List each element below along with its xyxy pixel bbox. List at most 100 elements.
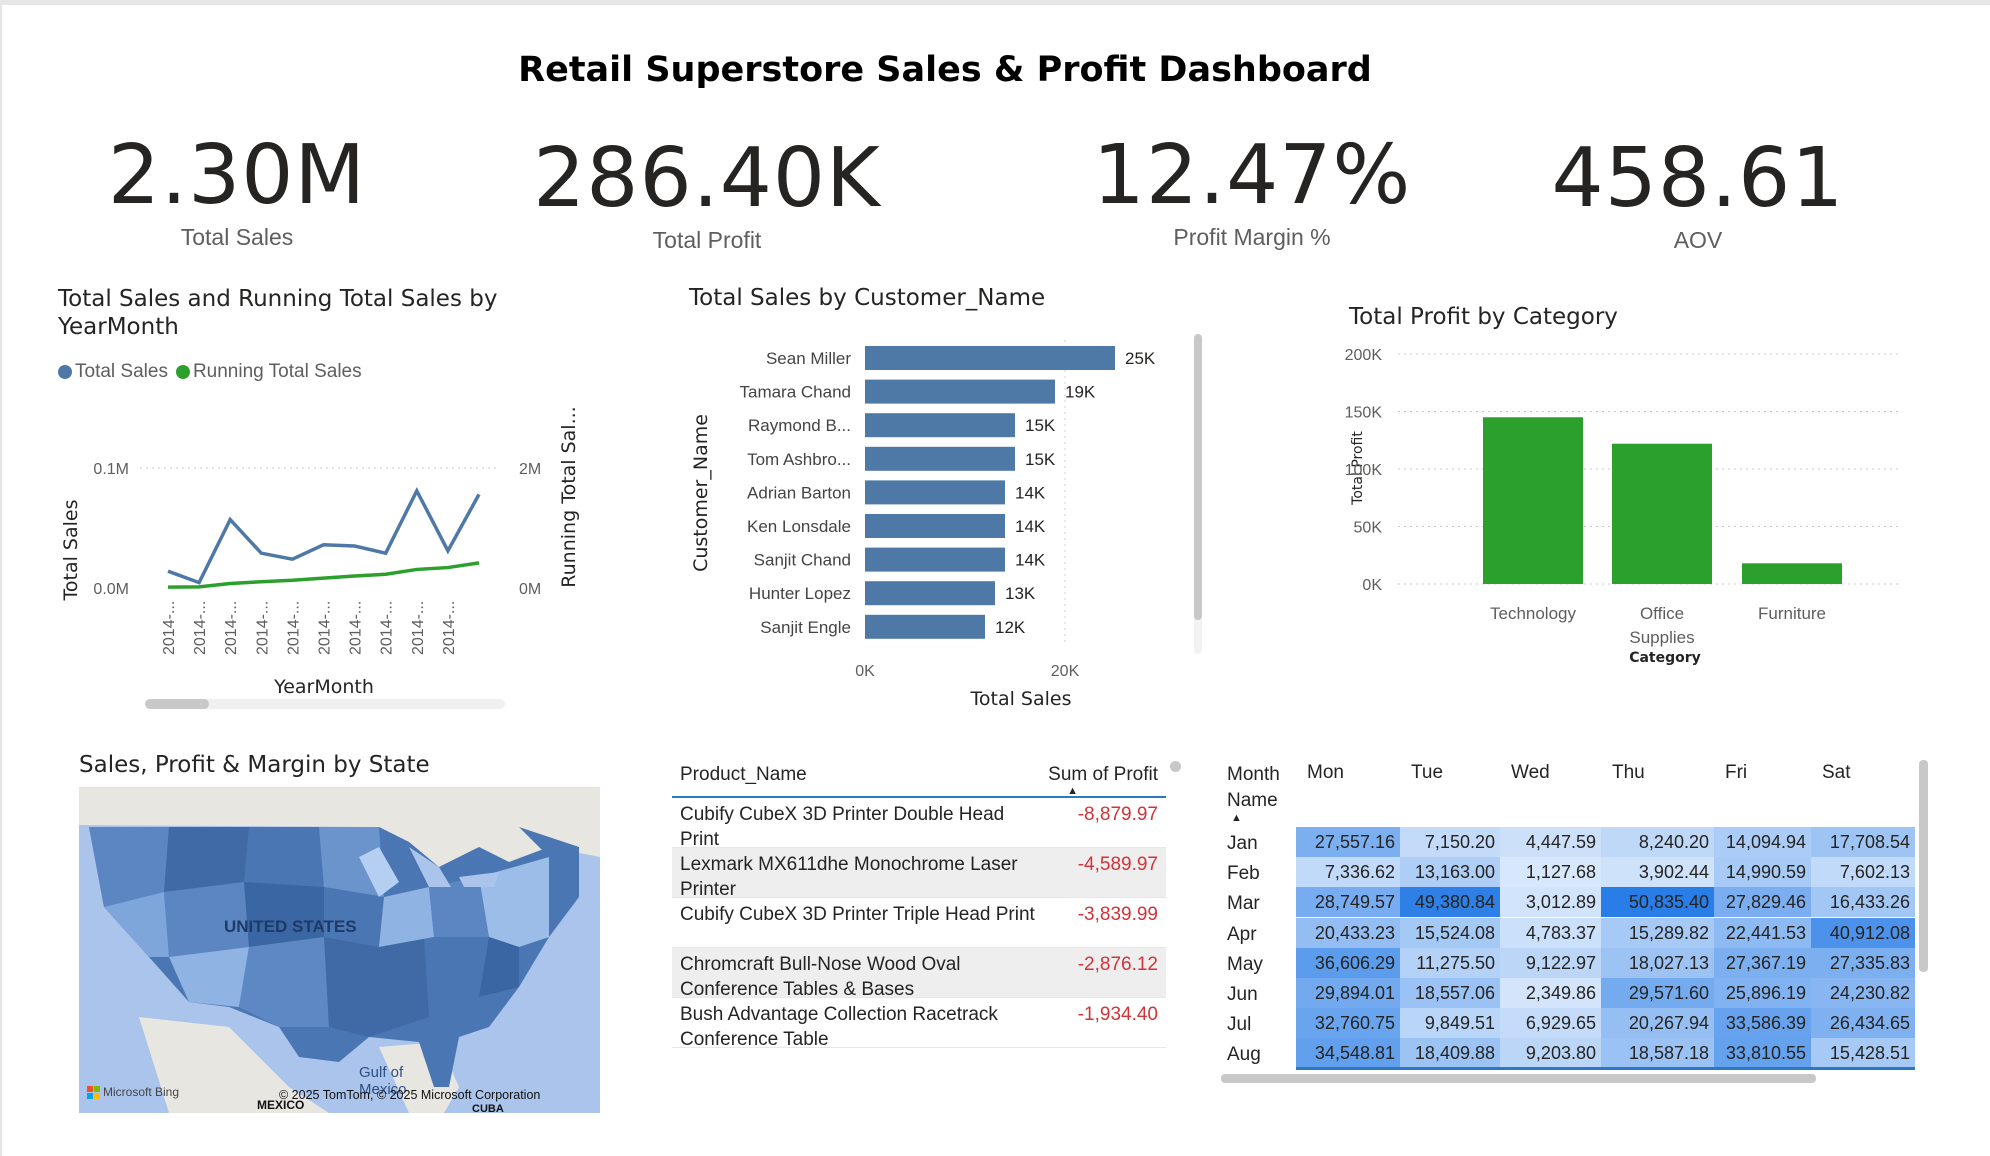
matrix-cell[interactable]: 7,336.62 — [1296, 857, 1400, 888]
matrix-cell[interactable]: 18,557.06 — [1400, 978, 1500, 1008]
matrix-cell[interactable]: 33,810.55 — [1714, 1038, 1811, 1069]
matrix-cell[interactable]: 14,094.94 — [1714, 827, 1811, 857]
profit-cell: -2,876.12 — [1077, 954, 1158, 975]
matrix-cell[interactable]: 27,335.83 — [1811, 947, 1915, 978]
matrix-row-label[interactable]: Aug — [1227, 1040, 1261, 1070]
matrix-cell[interactable]: 29,571.60 — [1601, 978, 1714, 1008]
matrix-col-header[interactable]: Mon — [1307, 762, 1344, 784]
matrix-cell[interactable]: 29,894.01 — [1296, 978, 1400, 1008]
matrix-cell[interactable]: 24,230.82 — [1811, 978, 1915, 1008]
product-profit-table[interactable]: Product_Name Sum of Profit ▲ Cubify Cube… — [672, 758, 1166, 1050]
matrix-cell[interactable]: 25,896.19 — [1714, 978, 1811, 1008]
matrix-cell[interactable]: 20,267.94 — [1601, 1008, 1714, 1039]
matrix-cell[interactable]: 33,586.39 — [1714, 1008, 1811, 1039]
matrix-cell[interactable]: 11,275.50 — [1400, 947, 1500, 978]
matrix-v-scroll-thumb[interactable] — [1919, 760, 1928, 972]
matrix-row-label[interactable]: Apr — [1227, 920, 1257, 950]
sort-ascending-icon[interactable]: ▲ — [1067, 785, 1078, 797]
table-row[interactable]: Cubify CubeX 3D Printer Triple Head Prin… — [672, 898, 1166, 948]
matrix-row-label[interactable]: Jul — [1227, 1010, 1251, 1040]
profit-cell: -3,839.99 — [1077, 904, 1158, 925]
col-header-product-name[interactable]: Product_Name — [680, 764, 807, 786]
matrix-col-header[interactable]: Wed — [1511, 762, 1550, 784]
matrix-cell[interactable]: 32,760.75 — [1296, 1008, 1400, 1039]
matrix-cell[interactable]: 4,783.37 — [1500, 917, 1601, 948]
matrix-cell[interactable]: 1,127.68 — [1500, 857, 1601, 888]
matrix-corner-header[interactable]: Month Name — [1227, 762, 1280, 814]
matrix-row-label[interactable]: Feb — [1227, 859, 1260, 889]
col-x-title: Category — [1629, 650, 1701, 666]
category-label: Technology — [1490, 604, 1577, 623]
map-label-cuba: CUBA — [472, 1103, 504, 1113]
matrix-cell[interactable]: 15,524.08 — [1400, 917, 1500, 948]
product-name-cell: Cubify CubeX 3D Printer Triple Head Prin… — [680, 904, 1035, 925]
table-header: Product_Name Sum of Profit ▲ — [672, 758, 1166, 798]
matrix-cell[interactable]: 49,380.84 — [1400, 887, 1500, 918]
matrix-cell[interactable]: 40,912.08 — [1811, 917, 1915, 948]
category-column[interactable] — [1612, 443, 1712, 584]
matrix-cell[interactable]: 8,240.20 — [1601, 827, 1714, 857]
table-scroll-thumb[interactable] — [1170, 761, 1181, 772]
category-label: Supplies — [1629, 628, 1694, 647]
matrix-cell[interactable]: 27,557.16 — [1296, 827, 1400, 857]
matrix-cell[interactable]: 9,203.80 — [1500, 1038, 1601, 1069]
matrix-cell[interactable]: 14,990.59 — [1714, 857, 1811, 888]
table-row[interactable]: Chromcraft Bull-Nose Wood Oval Conferenc… — [672, 948, 1166, 1000]
product-name-cell: Lexmark MX611dhe Monochrome Laser Printe… — [680, 854, 1018, 900]
matrix-cell[interactable]: 20,433.23 — [1296, 917, 1400, 948]
matrix-cell[interactable]: 4,447.59 — [1500, 827, 1601, 857]
matrix-cell[interactable]: 34,548.81 — [1296, 1038, 1400, 1069]
table-row[interactable]: Lexmark MX611dhe Monochrome Laser Printe… — [672, 848, 1166, 900]
matrix-bottom-border — [1296, 1066, 1915, 1070]
matrix-cell[interactable]: 18,027.13 — [1601, 947, 1714, 978]
category-label: Furniture — [1758, 604, 1826, 623]
matrix-cell[interactable]: 6,929.65 — [1500, 1008, 1601, 1039]
matrix-cell[interactable]: 13,163.00 — [1400, 857, 1500, 888]
matrix-cell[interactable]: 2,349.86 — [1500, 978, 1601, 1008]
state-map[interactable]: UNITED STATES Gulf of Mexico MEXICO CUBA … — [79, 787, 600, 1113]
matrix-row-label[interactable]: Jun — [1227, 980, 1258, 1010]
matrix-cell[interactable]: 3,902.44 — [1601, 857, 1714, 888]
matrix-cell[interactable]: 7,602.13 — [1811, 857, 1915, 888]
profit-cell: -4,589.97 — [1077, 854, 1158, 875]
matrix-cell[interactable]: 17,708.54 — [1811, 827, 1915, 857]
matrix-col-header[interactable]: Sat — [1822, 762, 1851, 784]
matrix-col-header[interactable]: Fri — [1725, 762, 1747, 784]
matrix-cell[interactable]: 22,441.53 — [1714, 917, 1811, 948]
category-column[interactable] — [1483, 417, 1583, 584]
matrix-cell[interactable]: 15,289.82 — [1601, 917, 1714, 948]
col-y-tick: 200K — [1345, 347, 1383, 364]
matrix-cell[interactable]: 18,409.88 — [1400, 1038, 1500, 1069]
category-label: Office — [1640, 604, 1684, 623]
matrix-cell[interactable]: 16,433.26 — [1811, 887, 1915, 918]
matrix-col-header[interactable]: Thu — [1612, 762, 1645, 784]
matrix-cell[interactable]: 36,606.29 — [1296, 947, 1400, 978]
table-row[interactable]: Cubify CubeX 3D Printer Double Head Prin… — [672, 798, 1166, 850]
matrix-cell[interactable]: 7,150.20 — [1400, 827, 1500, 857]
matrix-cell[interactable]: 18,587.18 — [1601, 1038, 1714, 1069]
matrix-cell[interactable]: 28,749.57 — [1296, 887, 1400, 918]
matrix-cell[interactable]: 50,835.40 — [1601, 887, 1714, 918]
col-header-sum-of-profit[interactable]: Sum of Profit — [1048, 764, 1158, 786]
profit-cell: -1,934.40 — [1077, 1004, 1158, 1025]
sort-ascending-icon[interactable]: ▲ — [1231, 812, 1242, 824]
map-title: Sales, Profit & Margin by State — [79, 752, 430, 778]
matrix-cell[interactable]: 3,012.89 — [1500, 887, 1601, 918]
matrix-cell[interactable]: 27,829.46 — [1714, 887, 1811, 918]
table-row[interactable]: Bush Advantage Collection Racetrack Conf… — [672, 998, 1166, 1050]
matrix-cell[interactable]: 9,849.51 — [1400, 1008, 1500, 1039]
col-y-tick: 0K — [1362, 577, 1382, 594]
matrix-row-label[interactable]: Mar — [1227, 889, 1260, 919]
matrix-h-scroll-thumb[interactable] — [1221, 1074, 1816, 1083]
matrix-cell[interactable]: 27,367.19 — [1714, 947, 1811, 978]
matrix-cell[interactable]: 15,428.51 — [1811, 1038, 1915, 1069]
corner-line1: Month — [1227, 764, 1280, 785]
map-label-country: UNITED STATES — [224, 917, 357, 936]
matrix-col-header[interactable]: Tue — [1411, 762, 1443, 784]
matrix-cell[interactable]: 9,122.97 — [1500, 947, 1601, 978]
matrix-row-label[interactable]: Jan — [1227, 829, 1258, 859]
product-name-cell: Chromcraft Bull-Nose Wood Oval Conferenc… — [680, 954, 961, 1000]
matrix-row-label[interactable]: May — [1227, 950, 1263, 980]
category-column[interactable] — [1742, 563, 1842, 584]
matrix-cell[interactable]: 26,434.65 — [1811, 1008, 1915, 1039]
